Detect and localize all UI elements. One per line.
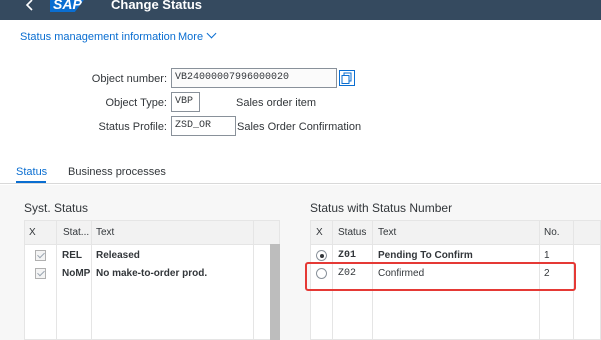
row-checkbox[interactable] bbox=[35, 268, 46, 279]
object-type-field[interactable]: VBP bbox=[171, 92, 200, 112]
highlight-box bbox=[305, 262, 576, 291]
more-label: More bbox=[178, 31, 204, 43]
table-row[interactable]: REL Released bbox=[25, 247, 279, 265]
col-header-status: Status bbox=[338, 227, 367, 238]
active-tab-indicator bbox=[16, 181, 46, 183]
object-type-label: Object Type: bbox=[105, 97, 167, 109]
tab-bar: Status Business processes bbox=[0, 160, 601, 184]
chevron-down-icon bbox=[206, 28, 217, 39]
object-number-field[interactable]: VB24000007996000020 bbox=[171, 68, 337, 88]
row-text: Released bbox=[96, 250, 140, 261]
object-fields: Object number: VB24000007996000020 Objec… bbox=[0, 56, 601, 156]
object-type-description: Sales order item bbox=[236, 97, 317, 109]
row-status: NoMP bbox=[62, 268, 91, 279]
back-arrow-icon[interactable] bbox=[23, 0, 37, 14]
col-header-status: Stat... bbox=[63, 227, 90, 238]
status-profile-field[interactable]: ZSD_OR bbox=[171, 116, 236, 136]
row-number: 1 bbox=[544, 250, 550, 261]
col-header-no: No. bbox=[544, 227, 560, 238]
row-radio-selected[interactable] bbox=[316, 250, 327, 261]
status-number-title: Status with Status Number bbox=[310, 201, 453, 215]
sap-logo: SAP bbox=[50, 0, 90, 12]
status-profile-description: Sales Order Confirmation bbox=[237, 121, 362, 133]
vertical-scrollbar[interactable] bbox=[270, 244, 280, 340]
row-status: Z01 bbox=[338, 250, 357, 261]
row-text: No make-to-order prod. bbox=[96, 268, 208, 279]
tab-business-processes[interactable]: Business processes bbox=[68, 166, 166, 178]
row-text: Pending To Confirm bbox=[378, 250, 473, 261]
row-status: REL bbox=[62, 250, 82, 261]
status-number-header: X Status Text No. bbox=[311, 221, 600, 245]
status-profile-label: Status Profile: bbox=[98, 121, 167, 133]
more-menu-button[interactable]: More bbox=[178, 28, 217, 43]
page-title: Change Status bbox=[111, 0, 203, 12]
table-row[interactable]: NoMP No make-to-order prod. bbox=[25, 265, 279, 283]
col-header-x: X bbox=[316, 227, 323, 238]
row-checkbox[interactable] bbox=[35, 250, 46, 261]
col-header-x: X bbox=[29, 227, 36, 238]
tab-status[interactable]: Status bbox=[16, 166, 47, 178]
copy-icon[interactable] bbox=[339, 70, 355, 86]
syst-status-title: Syst. Status bbox=[24, 201, 89, 215]
header-toolbar: Status management information More bbox=[0, 20, 601, 56]
col-header-text: Text bbox=[378, 227, 397, 238]
status-management-info-link[interactable]: Status management information bbox=[20, 31, 176, 43]
shell-bar: SAP Change Status bbox=[0, 0, 601, 20]
syst-status-header: X Stat... Text bbox=[25, 221, 279, 245]
col-header-text: Text bbox=[96, 227, 115, 238]
object-number-label: Object number: bbox=[91, 73, 167, 85]
syst-status-table: X Stat... Text REL Released NoMP No make… bbox=[24, 220, 280, 340]
